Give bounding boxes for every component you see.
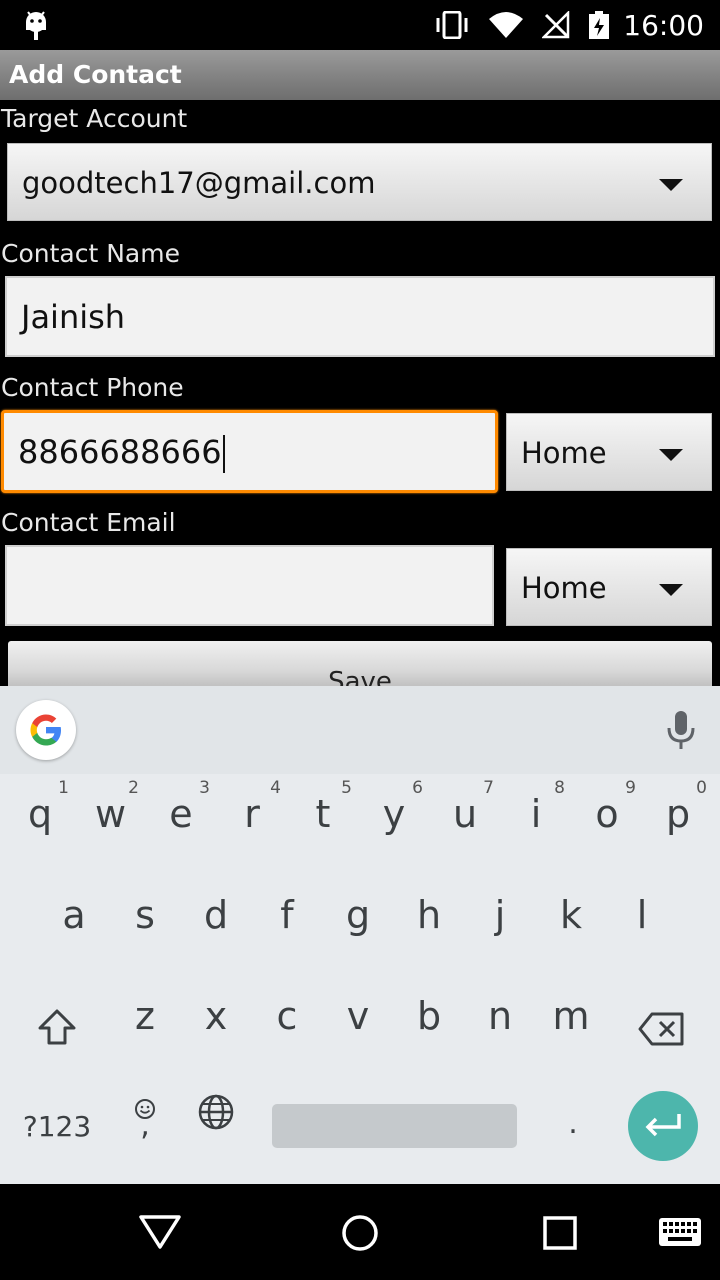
key-l[interactable]: l <box>627 893 657 937</box>
email-type-value: Home <box>521 571 607 605</box>
key-k[interactable]: k <box>556 893 586 937</box>
recents-icon[interactable] <box>542 1215 578 1251</box>
key-n[interactable]: n <box>485 994 515 1038</box>
battery-charging-icon <box>589 11 609 39</box>
clock: 16:00 <box>623 9 704 42</box>
key-p[interactable]: p0 <box>663 778 707 836</box>
key-y[interactable]: y6 <box>379 778 423 836</box>
contact-phone-value: 8866688666 <box>18 433 222 471</box>
home-icon[interactable] <box>340 1213 380 1253</box>
no-signal-icon <box>542 11 570 39</box>
emoji-comma-key[interactable]: , <box>130 1098 160 1155</box>
key-q[interactable]: q1 <box>25 778 69 836</box>
enter-key[interactable] <box>628 1091 698 1161</box>
key-w[interactable]: w2 <box>95 778 139 836</box>
key-e[interactable]: e3 <box>166 778 210 836</box>
key-i[interactable]: i8 <box>521 778 565 836</box>
dropdown-arrow-icon <box>659 584 683 596</box>
key-z[interactable]: z <box>130 994 160 1038</box>
contact-email-input[interactable] <box>5 545 494 626</box>
navigation-bar <box>0 1184 720 1280</box>
key-x[interactable]: x <box>201 994 231 1038</box>
shift-icon[interactable] <box>37 1008 77 1046</box>
key-o[interactable]: o9 <box>592 778 636 836</box>
action-bar: Add Contact <box>0 50 720 100</box>
keyboard-switch-icon[interactable] <box>658 1217 702 1247</box>
page-title: Add Contact <box>9 60 182 89</box>
contact-phone-input[interactable]: 8866688666 <box>1 410 498 493</box>
dropdown-arrow-icon <box>659 449 683 461</box>
key-s[interactable]: s <box>130 893 160 937</box>
key-b[interactable]: b <box>414 994 444 1038</box>
key-u[interactable]: u7 <box>450 778 494 836</box>
key-r[interactable]: r4 <box>237 778 281 836</box>
back-icon[interactable] <box>138 1214 182 1250</box>
backspace-icon[interactable] <box>638 1012 684 1046</box>
contact-phone-label: Contact Phone <box>1 373 184 402</box>
soft-keyboard: q1 w2 e3 r4 t5 y6 u7 i8 o9 p0 a s d f g … <box>0 686 720 1184</box>
wifi-icon <box>489 12 523 38</box>
dropdown-arrow-icon <box>659 179 683 191</box>
key-d[interactable]: d <box>201 893 231 937</box>
contact-name-input[interactable]: Jainish <box>5 276 715 357</box>
enter-icon <box>645 1114 681 1137</box>
android-debug-icon <box>26 11 46 40</box>
contact-name-label: Contact Name <box>1 239 180 268</box>
key-h[interactable]: h <box>414 893 444 937</box>
phone-type-spinner[interactable]: Home <box>506 413 712 491</box>
text-cursor <box>222 435 225 473</box>
globe-icon[interactable] <box>197 1093 235 1131</box>
key-m[interactable]: m <box>550 994 592 1038</box>
symbols-key[interactable]: ?123 <box>22 1110 92 1143</box>
key-a[interactable]: a <box>59 893 89 937</box>
key-g[interactable]: g <box>343 893 373 937</box>
keyboard-suggestion-bar <box>0 686 720 774</box>
target-account-value: goodtech17@gmail.com <box>22 166 376 200</box>
key-j[interactable]: j <box>485 893 515 937</box>
phone-type-value: Home <box>521 436 607 470</box>
contact-name-value: Jainish <box>21 298 126 336</box>
status-bar: 16:00 <box>0 0 720 50</box>
vibrate-icon <box>436 11 468 39</box>
key-c[interactable]: c <box>272 994 302 1038</box>
key-t[interactable]: t5 <box>308 778 352 836</box>
space-bar[interactable] <box>272 1104 517 1148</box>
target-account-spinner[interactable]: goodtech17@gmail.com <box>7 143 712 221</box>
period-key[interactable]: . <box>558 1106 588 1141</box>
target-account-label: Target Account <box>1 104 188 133</box>
key-f[interactable]: f <box>272 893 302 937</box>
google-icon[interactable] <box>16 700 76 760</box>
email-type-spinner[interactable]: Home <box>506 548 712 626</box>
microphone-icon[interactable] <box>664 710 698 750</box>
contact-email-label: Contact Email <box>1 508 176 537</box>
key-v[interactable]: v <box>343 994 373 1038</box>
